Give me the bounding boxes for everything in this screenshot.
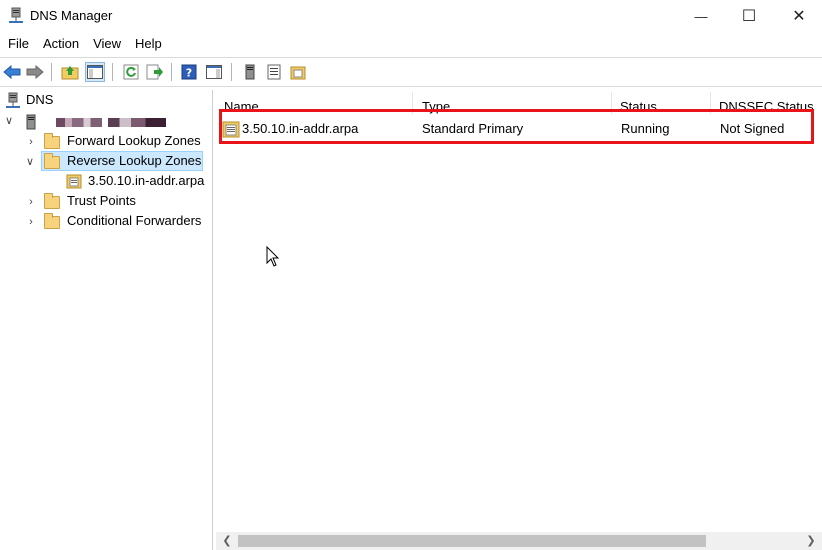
toolbar-separator [112, 63, 113, 81]
minimize-button[interactable]: — [676, 0, 726, 32]
tree-item-reverse-lookup-zones[interactable]: ∨ Reverse Lookup Zones [24, 151, 209, 171]
refresh-icon [123, 64, 139, 80]
close-button[interactable]: ✕ [774, 0, 822, 32]
menu-separator [0, 57, 822, 58]
tree-item-forward-lookup-zones[interactable]: › Forward Lookup Zones [24, 131, 209, 151]
scroll-right-icon[interactable]: ❯ [802, 532, 820, 550]
results-pane: Name Type Status DNSSEC Status 3.50.10.i… [216, 90, 822, 550]
tree-item-conditional-forwarders[interactable]: › Conditional Forwarders [24, 211, 209, 231]
new-zone-button[interactable] [288, 62, 308, 82]
forward-button[interactable] [25, 62, 45, 82]
chevron-right-icon[interactable]: › [26, 132, 36, 152]
tree-item-server[interactable]: ∨ [4, 112, 204, 132]
tree-item-label: DNS [26, 92, 54, 107]
export-list-button[interactable] [145, 62, 165, 82]
chevron-right-icon[interactable]: › [26, 192, 36, 212]
toolbar-separator-line [0, 86, 822, 87]
show-hide-tree-button[interactable] [85, 62, 105, 82]
console-tree: DNS ∨ › Forward Lookup Zones ∨ Reverse L… [0, 90, 213, 550]
refresh-button[interactable] [121, 62, 141, 82]
up-folder-icon [61, 66, 79, 80]
tree-item-label: Conditional Forwarders [67, 213, 202, 228]
minimize-icon: — [694, 8, 708, 24]
menu-bar: File Action View Help [0, 34, 822, 54]
folder-icon [44, 213, 60, 229]
folder-open-icon [44, 153, 60, 169]
close-icon: ✕ [792, 8, 806, 25]
back-arrow-icon [3, 65, 21, 79]
folder-icon [44, 133, 60, 149]
dns-root-icon [6, 92, 20, 108]
server-name-redacted [56, 118, 102, 127]
chevron-down-icon[interactable]: ∨ [4, 111, 14, 131]
zone-icon [290, 66, 306, 80]
action-pane-button[interactable] [204, 62, 224, 82]
toolbar-separator [51, 63, 52, 81]
back-button[interactable] [2, 62, 22, 82]
export-list-icon [146, 64, 163, 80]
tree-item-reverse-zone[interactable]: 3.50.10.in-addr.arpa [64, 171, 210, 191]
tree-item-label: Forward Lookup Zones [67, 133, 201, 148]
tree-item-label: 3.50.10.in-addr.arpa [88, 173, 205, 188]
list-button[interactable] [264, 62, 284, 82]
tree-item-label: Reverse Lookup Zones [67, 153, 202, 168]
folder-icon [44, 193, 60, 209]
tree-item-trust-points[interactable]: › Trust Points [24, 191, 209, 211]
server-name-redacted [108, 118, 166, 127]
toolbar-separator [171, 63, 172, 81]
server-button[interactable] [240, 62, 260, 82]
mouse-cursor-icon [266, 246, 280, 267]
chevron-down-icon[interactable]: ∨ [25, 152, 35, 172]
list-icon [267, 64, 281, 80]
dns-manager-icon [9, 7, 23, 23]
title-bar: DNS Manager — ☐ ✕ [0, 0, 822, 32]
svg-text:?: ? [186, 67, 192, 80]
help-button[interactable]: ? [179, 62, 199, 82]
action-pane-icon [206, 65, 222, 79]
forward-arrow-icon [26, 65, 44, 79]
up-level-button[interactable] [60, 62, 80, 82]
maximize-icon: ☐ [741, 8, 757, 25]
scrollbar-thumb[interactable] [238, 535, 706, 547]
menu-file[interactable]: File [0, 34, 35, 54]
window-title: DNS Manager [30, 8, 113, 23]
chevron-right-icon[interactable]: › [26, 212, 36, 232]
server-icon [26, 114, 36, 130]
help-icon: ? [181, 64, 197, 80]
show-hide-console-tree-icon [87, 65, 103, 79]
annotation-highlight-box [219, 109, 814, 144]
menu-action[interactable]: Action [35, 34, 85, 54]
tree-item-dns-root[interactable]: DNS [6, 91, 106, 111]
toolbar: ? [0, 60, 822, 84]
tree-item-label: Trust Points [67, 193, 136, 208]
menu-view[interactable]: View [85, 34, 127, 54]
scroll-left-icon[interactable]: ❮ [218, 532, 236, 550]
horizontal-scrollbar[interactable]: ❮ ❯ [216, 532, 822, 550]
maximize-button[interactable]: ☐ [724, 0, 774, 32]
server-icon [245, 64, 255, 80]
menu-help[interactable]: Help [127, 34, 168, 54]
toolbar-separator [231, 63, 232, 81]
zone-icon [66, 174, 82, 189]
